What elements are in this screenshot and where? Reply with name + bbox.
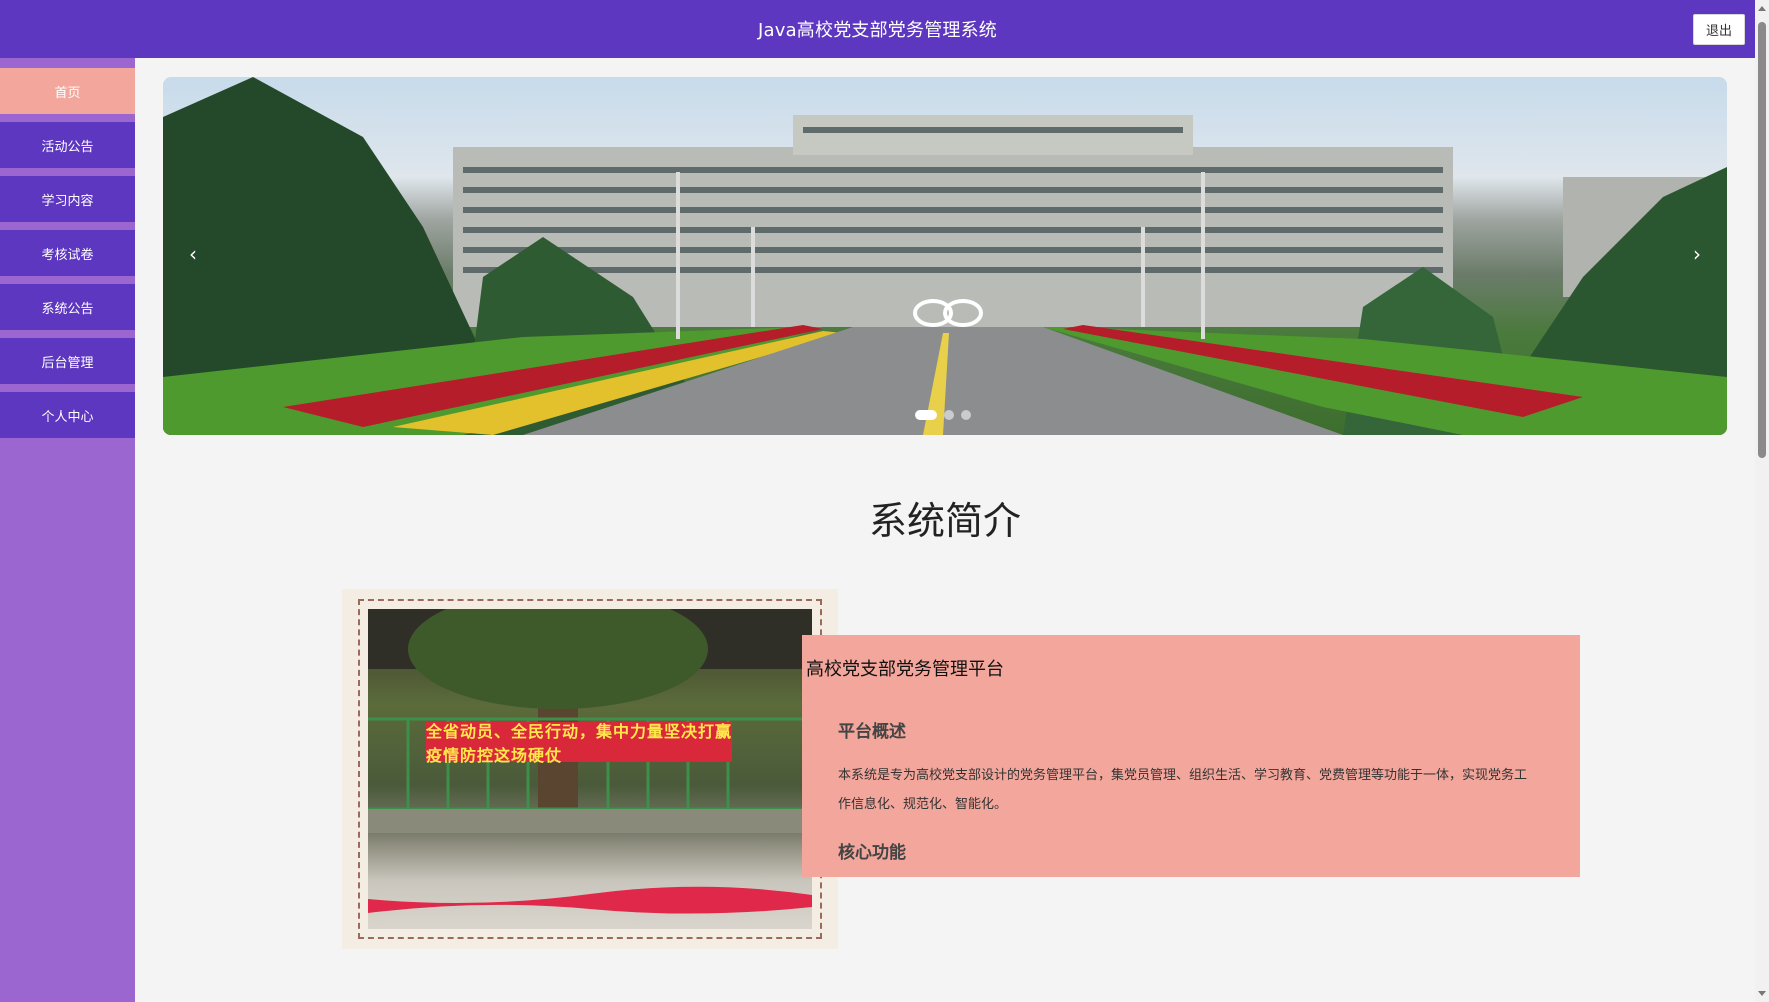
- sidebar-item-study-content[interactable]: 学习内容: [0, 176, 135, 222]
- sidebar-item-activity-announcements[interactable]: 活动公告: [0, 122, 135, 168]
- sidebar-item-home[interactable]: 首页: [0, 68, 135, 114]
- carousel-prev-arrow-icon[interactable]: ‹: [181, 242, 205, 266]
- intro-info-card: 高校党支部党务管理平台 平台概述 本系统是专为高校党支部设计的党务管理平台，集党…: [802, 635, 1580, 877]
- app-title: Java高校党支部党务管理系统: [757, 20, 998, 41]
- campus-photo: [163, 77, 1727, 435]
- sidebar-item-exam-papers[interactable]: 考核试卷: [0, 230, 135, 276]
- logout-button[interactable]: 退出: [1693, 14, 1745, 45]
- overview-heading: 平台概述: [838, 722, 906, 742]
- scroll-thumb[interactable]: [1758, 22, 1766, 458]
- card-title: 高校党支部党务管理平台: [806, 659, 1004, 680]
- scroll-up-icon[interactable]: [1758, 6, 1766, 11]
- sidebar-item-profile[interactable]: 个人中心: [0, 392, 135, 438]
- scroll-down-icon[interactable]: [1758, 991, 1766, 996]
- overview-text: 本系统是专为高校党支部设计的党务管理平台，集党员管理、组织生活、学习教育、党费管…: [838, 768, 1528, 812]
- carousel-dot-2[interactable]: [944, 410, 954, 420]
- photo-scene: [368, 609, 812, 914]
- intro-photo-frame: 全省动员、全民行动，集中力量坚决打赢疫情防控这场硬仗: [342, 589, 838, 949]
- top-header: Java高校党支部党务管理系统 退出: [0, 0, 1755, 58]
- features-heading: 核心功能: [838, 843, 906, 863]
- page-scrollbar[interactable]: [1755, 0, 1769, 1002]
- carousel-indicators: [915, 410, 971, 420]
- image-carousel: ‹ ›: [163, 77, 1727, 435]
- slogan-banner: 全省动员、全民行动，集中力量坚决打赢疫情防控这场硬仗: [426, 722, 733, 765]
- sidebar-item-admin[interactable]: 后台管理: [0, 338, 135, 384]
- carousel-dot-1[interactable]: [915, 410, 937, 420]
- sidebar: 首页 活动公告 学习内容 考核试卷 系统公告 后台管理 个人中心: [0, 58, 135, 1002]
- carousel-next-arrow-icon[interactable]: ›: [1685, 242, 1709, 266]
- section-title: 系统简介: [868, 499, 1021, 543]
- intro-photo: 全省动员、全民行动，集中力量坚决打赢疫情防控这场硬仗: [368, 609, 812, 929]
- sidebar-item-system-announcements[interactable]: 系统公告: [0, 284, 135, 330]
- carousel-dot-3[interactable]: [961, 410, 971, 420]
